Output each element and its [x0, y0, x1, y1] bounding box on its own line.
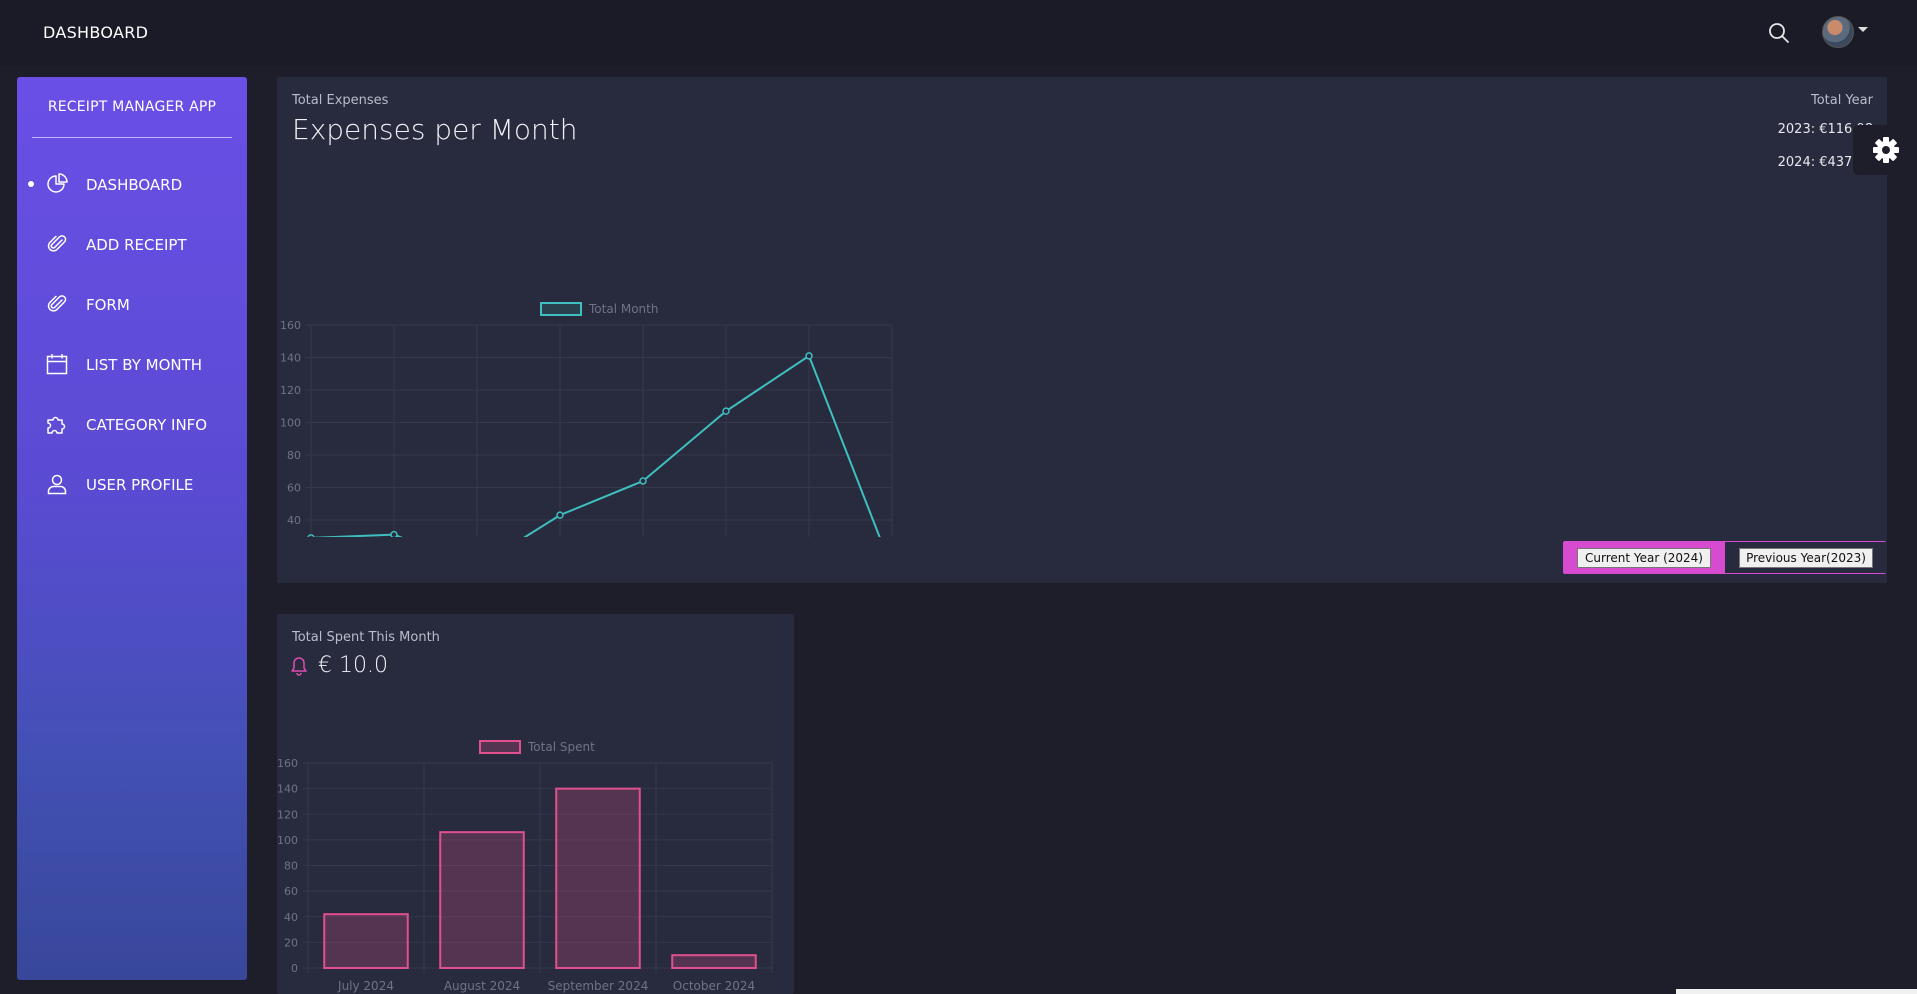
bar [555, 787, 641, 969]
current-year-button[interactable]: Current Year (2024) [1577, 548, 1711, 568]
y-tick-label: 20 [284, 936, 298, 949]
previous-year-button[interactable]: Previous Year(2023) [1739, 548, 1873, 568]
bell-icon [291, 657, 307, 676]
sidebar-brand[interactable]: RECEIPT MANAGER APP [17, 99, 247, 115]
sidebar-item-label: ADD RECEIPT [86, 236, 187, 254]
y-tick-label: 120 [277, 808, 298, 821]
footer-strip [1676, 989, 1917, 994]
y-tick-label: 160 [277, 757, 298, 770]
sidebar-item-dashboard[interactable]: DASHBOARD [17, 164, 247, 204]
y-tick-label: 60 [287, 482, 301, 495]
y-tick-label: 60 [284, 885, 298, 898]
y-tick-label: 80 [287, 449, 301, 462]
puzzle-icon [47, 416, 66, 434]
card-title: Expenses per Month [292, 113, 578, 146]
expenses-per-month-card: Total Expenses Expenses per Month Total … [277, 77, 1887, 583]
legend-label: Total Spent [527, 740, 595, 754]
y-tick-label: 100 [277, 834, 298, 847]
legend-swatch [479, 740, 521, 754]
sidebar-item-label: DASHBOARD [86, 176, 183, 194]
sidebar-item-label: USER PROFILE [86, 476, 194, 494]
card-subtitle: Total Spent This Month [292, 630, 440, 645]
x-tick-label: October 2024 [673, 979, 755, 993]
paperclip-icon [47, 235, 67, 252]
divider [32, 137, 232, 138]
x-tick-label: July 2024 [337, 979, 394, 993]
sidebar-item-user-profile[interactable]: USER PROFILE [17, 464, 247, 504]
data-point [390, 530, 398, 537]
y-tick-label: 120 [280, 384, 301, 397]
top-navbar: DASHBOARD [0, 0, 1917, 66]
year-toggle-group: Current Year (2024) Previous Year(2023) [1563, 541, 1886, 574]
x-tick-label: August 2024 [444, 979, 520, 993]
settings-panel-toggle[interactable] [1853, 125, 1917, 175]
y-tick-label: 40 [287, 514, 301, 527]
search-icon[interactable] [1766, 20, 1792, 46]
sidebar-item-label: LIST BY MONTH [86, 356, 203, 374]
month-spent-amount: € 10.0 [318, 653, 388, 678]
bar [439, 831, 525, 969]
total-year-label: Total Year [1810, 93, 1873, 108]
sidebar-item-category-info[interactable]: CATEGORY INFO [17, 404, 247, 444]
sidebar-item-form[interactable]: FORM [17, 284, 247, 324]
data-point [722, 407, 730, 415]
y-tick-label: 0 [291, 962, 298, 975]
active-indicator [28, 181, 34, 187]
y-tick-label: 80 [284, 860, 298, 873]
data-point [556, 511, 564, 519]
bar [671, 954, 757, 969]
user-icon [47, 474, 67, 495]
calendar-icon [46, 354, 68, 375]
bar [323, 913, 409, 969]
sidebar-item-add-receipt[interactable]: ADD RECEIPT [17, 224, 247, 264]
card-subtitle: Total Expenses [292, 93, 389, 108]
expenses-line-chart: 020406080100120140160JanuaryFebruaryMarc… [280, 302, 893, 537]
sidebar: RECEIPT MANAGER APP DASHBOARD ADD RECEIP… [17, 77, 247, 980]
y-tick-label: 40 [284, 911, 298, 924]
sidebar-item-label: CATEGORY INFO [86, 416, 208, 434]
sidebar-item-label: FORM [86, 296, 130, 314]
legend-label: Total Month [588, 302, 658, 316]
x-tick-label: September 2024 [548, 979, 649, 993]
spent-bar-chart: 0 20 40 60 80 100 120 140 160 July 2024 August 202… [277, 740, 773, 993]
y-tick-label: 140 [280, 352, 301, 365]
chevron-down-icon[interactable] [1858, 27, 1868, 32]
user-avatar[interactable] [1822, 16, 1854, 48]
series-line [310, 354, 881, 537]
gear-icon[interactable] [1871, 135, 1901, 165]
total-spent-card: Total Spent This Month € 10.0 0 20 40 60 80 1… [277, 614, 794, 994]
navbar-title: DASHBOARD [43, 23, 149, 42]
y-tick-label: 100 [280, 417, 301, 430]
y-tick-label: 160 [280, 319, 301, 332]
data-point [639, 477, 647, 485]
pie-chart-icon [47, 173, 68, 193]
sidebar-item-list-by-month[interactable]: LIST BY MONTH [17, 344, 247, 384]
y-tick-label: 140 [277, 783, 298, 796]
data-point [307, 534, 315, 537]
data-point [805, 352, 813, 360]
legend-swatch [540, 302, 582, 316]
paperclip-icon [47, 295, 67, 312]
